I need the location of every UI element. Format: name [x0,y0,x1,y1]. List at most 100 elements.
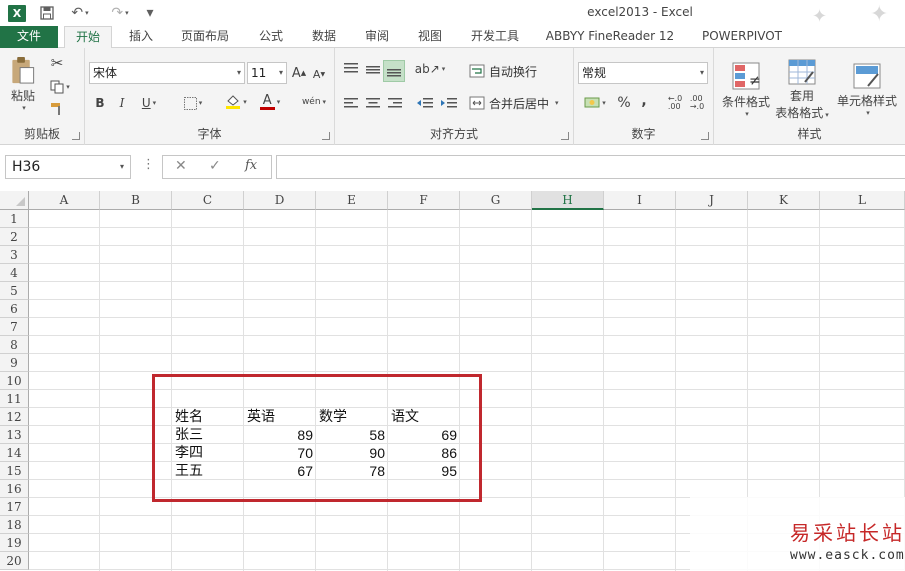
accounting-format-icon[interactable]: ▾ [580,94,610,112]
copy-icon[interactable]: ▾ [46,78,74,96]
row-header[interactable]: 11 [0,390,29,408]
column-header[interactable]: I [604,191,676,210]
insert-function-icon[interactable]: fx [245,158,257,173]
tab-developer[interactable]: 开发工具 [462,26,528,48]
column-header[interactable]: C [172,191,244,210]
column-header[interactable]: F [388,191,460,210]
row-header[interactable]: 13 [0,426,29,444]
row-header[interactable]: 15 [0,462,29,480]
grid-hline [29,299,905,300]
increase-decimal-icon[interactable]: ←.0.00 [666,94,684,112]
clipboard-launcher-icon[interactable] [72,132,80,140]
grid-hline [29,335,905,336]
merge-center-button[interactable]: 合并后居中 ▾ [469,94,559,112]
align-bottom-icon[interactable] [383,60,405,82]
paste-button[interactable]: 粘贴 ▾ [6,56,40,112]
row-header[interactable]: 5 [0,282,29,300]
save-icon[interactable] [38,3,56,23]
column-header[interactable]: A [29,191,100,210]
row-header[interactable]: 6 [0,300,29,318]
column-header[interactable]: E [316,191,388,210]
more-options-icon[interactable]: ⋮ [142,157,155,177]
align-middle-icon[interactable] [363,60,383,78]
comma-button[interactable]: , [638,92,650,110]
tab-powerpivot[interactable]: POWERPIVOT [694,26,790,48]
number-format-select[interactable]: 常规 ▾ [578,62,708,84]
tab-page-layout[interactable]: 页面布局 [172,26,238,48]
row-header[interactable]: 16 [0,480,29,498]
cancel-icon[interactable]: ✕ [175,158,187,174]
underline-button[interactable]: U ▾ [137,94,161,112]
increase-indent-icon[interactable] [439,94,459,112]
row-header[interactable]: 10 [0,372,29,390]
decrease-font-icon[interactable]: A ▼ [311,66,327,82]
enter-icon[interactable]: ✓ [209,158,221,174]
tab-file[interactable]: 文件 [0,26,58,48]
font-size-select[interactable]: 11 ▾ [247,62,287,84]
column-header[interactable]: H [532,191,604,210]
row-header[interactable]: 19 [0,534,29,552]
cut-icon[interactable]: ✂ [48,54,66,72]
ribbon: 粘贴 ▾ ✂ ▾ 剪贴板 宋体 ▾ 11 ▾ A ▲ A ▼ B I U ▾ ▾ ▾ A ▾… [0,48,905,145]
customize-quick-access-icon[interactable]: ▾ [144,3,156,23]
italic-button[interactable]: I [115,94,129,112]
column-header[interactable]: D [244,191,316,210]
orientation-icon[interactable]: ab↗ ▾ [415,60,446,78]
decrease-indent-icon[interactable] [415,94,435,112]
row-header[interactable]: 8 [0,336,29,354]
row-header[interactable]: 4 [0,264,29,282]
tab-review[interactable]: 审阅 [356,26,398,48]
select-all-button[interactable] [0,191,29,210]
tab-abbyy[interactable]: ABBYY FineReader 12 [540,26,680,48]
increase-font-icon[interactable]: A ▲ [291,64,307,82]
number-launcher-icon[interactable] [701,132,709,140]
percent-button[interactable]: % [616,94,632,112]
tab-formulas[interactable]: 公式 [250,26,292,48]
tab-insert[interactable]: 插入 [120,26,162,48]
font-color-icon[interactable]: A ▾ [255,92,285,112]
row-header[interactable]: 20 [0,552,29,570]
column-header[interactable]: B [100,191,172,210]
name-box[interactable]: H36 ▾ [5,155,131,179]
column-header[interactable]: L [820,191,905,210]
border-icon[interactable]: ▾ [179,94,207,112]
row-header[interactable]: 2 [0,228,29,246]
row-header[interactable]: 1 [0,210,29,228]
align-center-icon[interactable] [363,94,383,112]
align-left-icon[interactable] [341,94,361,112]
align-top-icon[interactable] [341,60,361,78]
fill-color-icon[interactable]: ▾ [221,92,251,112]
decrease-decimal-icon[interactable]: .00 →.0 [688,94,706,112]
phonetic-icon[interactable]: wén ▾ [297,92,331,112]
font-name-select[interactable]: 宋体 ▾ [89,62,245,84]
row-header[interactable]: 7 [0,318,29,336]
font-launcher-icon[interactable] [322,132,330,140]
watermark-text: 易采站长站 [790,521,905,545]
grid-hline [29,371,905,372]
alignment-group: ab↗ ▾ 自动换行 合并后居中 ▾ 对齐方式 [335,48,574,145]
undo-icon[interactable]: ↶ ▾ [66,3,94,23]
format-as-table-button[interactable]: 套用 表格格式 ▾ [774,56,830,122]
cell-styles-button[interactable]: 单元格样式 ▾ [832,56,902,122]
conditional-format-button[interactable]: ≠ 条件格式 ▾ [718,56,774,122]
align-right-icon[interactable] [385,94,405,112]
column-header[interactable]: J [676,191,748,210]
wrap-text-button[interactable]: 自动换行 [469,62,537,80]
column-header[interactable]: G [460,191,532,210]
tab-data[interactable]: 数据 [303,26,345,48]
redo-icon[interactable]: ↷ ▾ [106,3,134,23]
formula-input[interactable] [276,155,905,179]
row-header[interactable]: 3 [0,246,29,264]
row-header[interactable]: 14 [0,444,29,462]
format-painter-icon[interactable] [48,100,66,118]
row-header[interactable]: 9 [0,354,29,372]
row-header[interactable]: 12 [0,408,29,426]
column-header[interactable]: K [748,191,820,210]
excel-app-icon[interactable]: X [6,3,28,23]
row-header[interactable]: 17 [0,498,29,516]
tab-view[interactable]: 视图 [409,26,451,48]
tab-home[interactable]: 开始 [64,26,112,49]
alignment-launcher-icon[interactable] [561,132,569,140]
row-header[interactable]: 18 [0,516,29,534]
bold-button[interactable]: B [93,94,107,112]
